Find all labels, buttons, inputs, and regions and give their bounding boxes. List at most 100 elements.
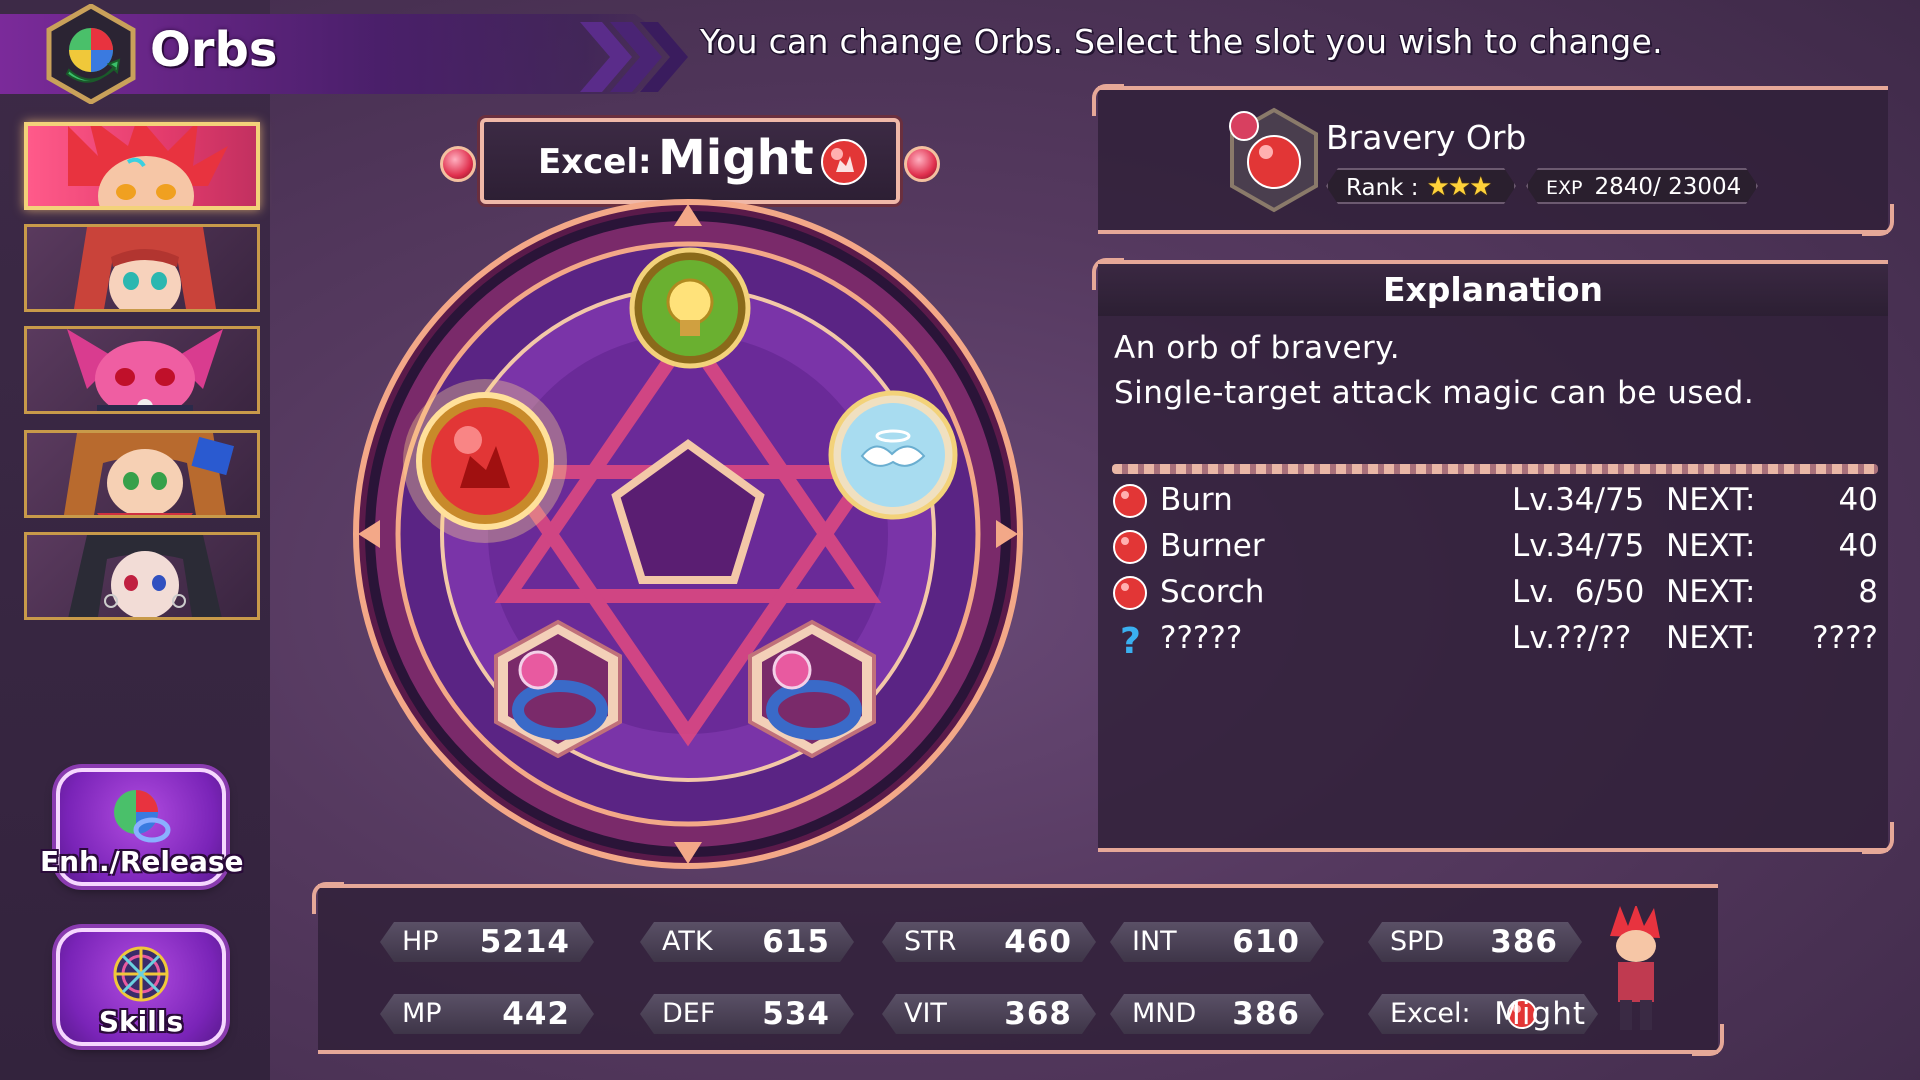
skill-next-label: NEXT: (1666, 482, 1756, 518)
rank-badge: Rank : ★★★ (1326, 168, 1516, 204)
stat-label: VIT (904, 998, 947, 1029)
skill-name: Burn (1160, 482, 1233, 518)
skill-name: ????? (1160, 620, 1243, 656)
exp-value: 2840/ 23004 (1594, 174, 1742, 200)
skill-next: 40 (1838, 528, 1878, 564)
exp-label: EXP (1546, 177, 1583, 199)
stat-label: HP (402, 926, 439, 957)
stat-label: Excel: (1390, 998, 1471, 1029)
stat-value: 386 (1490, 924, 1558, 960)
stat-value: 368 (1004, 996, 1072, 1032)
excel-banner-label: Excel: (538, 142, 652, 182)
fire-orb-icon (1113, 576, 1147, 610)
stat-value: Might (1494, 996, 1586, 1032)
skill-row: ? ????? Lv.??/?? NEXT: ???? (1112, 616, 1878, 660)
party-member-3[interactable] (24, 326, 260, 414)
skill-name: Burner (1160, 528, 1265, 564)
instruction-text: You can change Orbs. Select the slot you… (700, 22, 1663, 61)
skill-row: Burner Lv.34/75 NEXT: 40 (1112, 524, 1878, 568)
banner-knob-right (904, 146, 940, 182)
stat-mnd: MND 386 (1110, 994, 1324, 1034)
stat-hp: HP 5214 (380, 922, 594, 962)
party-member-2[interactable] (24, 224, 260, 312)
explanation-line-2: Single-target attack magic can be used. (1114, 375, 1755, 411)
fire-orb-icon (1113, 530, 1147, 564)
exp-badge: EXP 2840/ 23004 (1526, 168, 1758, 204)
fire-orb-icon (1113, 484, 1147, 518)
skill-next-label: NEXT: (1666, 620, 1756, 656)
stat-value: 610 (1232, 924, 1300, 960)
orb-slot-bulb[interactable] (628, 246, 752, 370)
skill-next-label: NEXT: (1666, 574, 1756, 610)
skills-button[interactable]: Skills (56, 928, 226, 1046)
party-member-1[interactable] (24, 122, 260, 210)
chevrons-icon (580, 22, 688, 92)
party-member-4[interactable] (24, 430, 260, 518)
orb-name: Bravery Orb (1326, 118, 1527, 157)
banner-knob-left (440, 146, 476, 182)
party-member-5[interactable] (24, 532, 260, 620)
skill-level: Lv.??/?? (1512, 620, 1632, 656)
stat-int: INT 610 (1110, 922, 1324, 962)
rank-label: Rank : (1346, 175, 1419, 201)
explanation-text: An orb of bravery. Single-target attack … (1114, 326, 1754, 416)
page-title: Orbs (150, 22, 278, 78)
stat-label: INT (1132, 926, 1177, 957)
stat-label: DEF (662, 998, 716, 1029)
orb-info-panel: Bravery Orb Rank : ★★★ EXP 2840/ 23004 (1092, 84, 1894, 236)
explanation-panel: Explanation An orb of bravery. Single-ta… (1092, 258, 1894, 854)
fire-orb-icon (821, 139, 867, 185)
ring-slot-right[interactable] (744, 618, 880, 758)
stat-label: SPD (1390, 926, 1445, 957)
explanation-title: Explanation (1098, 264, 1888, 316)
stat-def: DEF 534 (640, 994, 854, 1034)
portrait-1-icon (68, 126, 228, 206)
stat-value: 386 (1232, 996, 1300, 1032)
orb-slot-wing[interactable] (826, 388, 960, 522)
explanation-line-1: An orb of bravery. (1114, 330, 1401, 366)
excel-banner-value: Might (658, 130, 814, 186)
stat-value: 534 (762, 996, 830, 1032)
skill-level: Lv.34/75 (1512, 482, 1645, 518)
question-icon: ? (1120, 621, 1141, 657)
stat-value: 5214 (479, 924, 570, 960)
stat-vit: VIT 368 (882, 994, 1096, 1034)
skill-row: Burn Lv.34/75 NEXT: 40 (1112, 478, 1878, 522)
ring-slot-left[interactable] (490, 618, 626, 758)
stat-atk: ATK 615 (640, 922, 854, 962)
skill-level: Lv. 6/50 (1512, 574, 1645, 610)
portrait-2-icon (73, 227, 217, 309)
stat-value: 460 (1004, 924, 1072, 960)
skill-next: ???? (1812, 620, 1878, 656)
stat-label: ATK (662, 926, 713, 957)
stat-value: 615 (762, 924, 830, 960)
bravery-orb-icon (1229, 107, 1318, 213)
svg-text:?: ? (1120, 621, 1141, 657)
skill-name: Scorch (1160, 574, 1265, 610)
portrait-3-icon (67, 329, 223, 411)
skill-row: Scorch Lv. 6/50 NEXT: 8 (1112, 570, 1878, 614)
orbs-emblem-icon (46, 4, 136, 104)
compass-wheel-icon (113, 946, 169, 1002)
enhance-release-button[interactable]: Enh./Release (40, 768, 244, 886)
divider (1112, 464, 1878, 474)
stat-spd: SPD 386 (1368, 922, 1582, 962)
rank-stars: ★★★ (1426, 172, 1491, 202)
portrait-5-icon (68, 535, 222, 617)
skills-label: Skills (98, 1005, 184, 1038)
excel-banner: Excel: Might (480, 118, 900, 204)
skill-next: 40 (1838, 482, 1878, 518)
skill-next-label: NEXT: (1666, 528, 1756, 564)
enhance-release-label: Enh./Release (40, 845, 244, 878)
stat-excel: Excel: Might (1368, 994, 1598, 1034)
stat-label: STR (904, 926, 957, 957)
portrait-4-icon (63, 433, 235, 515)
orb-slot-bravery-selected[interactable] (400, 376, 570, 546)
skill-next: 8 (1858, 574, 1878, 610)
stat-label: MND (1132, 998, 1197, 1029)
stat-value: 442 (502, 996, 570, 1032)
character-sprite-icon (1610, 906, 1660, 1030)
stat-str: STR 460 (882, 922, 1096, 962)
skill-level: Lv.34/75 (1512, 528, 1645, 564)
orb-ring-icon (114, 790, 171, 843)
